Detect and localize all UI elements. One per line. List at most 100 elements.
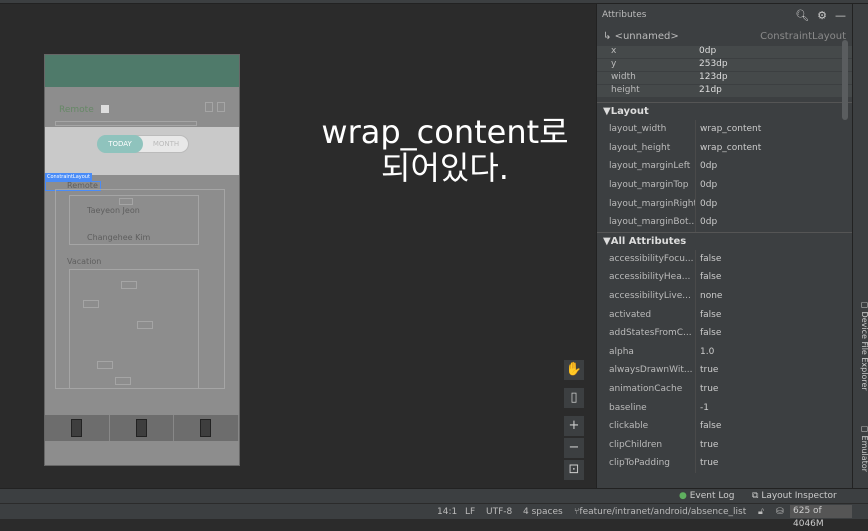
gear-icon[interactable]: ⚙ (817, 9, 827, 22)
attr-name: activated (609, 309, 652, 320)
attr-value[interactable]: wrap_content (695, 138, 852, 158)
nav-cell-2[interactable] (110, 415, 175, 441)
attr-value[interactable]: 0dp (695, 157, 852, 176)
ghost-chip-4 (137, 321, 153, 329)
zoom-in-icon[interactable]: + (563, 415, 585, 437)
emulator-icon: ▢ (860, 424, 868, 433)
attr-row[interactable]: accessibilityHea... false (597, 268, 852, 287)
file-encoding[interactable]: UTF-8 (486, 507, 512, 517)
tab-layout-inspector[interactable]: ⧉ Layout Inspector (752, 491, 837, 501)
device-file-explorer-icon: ▢ (860, 300, 868, 309)
component-name: <unnamed> (614, 30, 679, 42)
attr-row[interactable]: accessibilityFocu... false (597, 249, 852, 269)
attr-row[interactable]: activated false (597, 305, 852, 324)
inspector-icon[interactable]: ⛁ (776, 507, 784, 517)
annotation-line-1: wrap_content로 (321, 113, 569, 151)
attr-value[interactable]: false (695, 416, 852, 436)
attr-row[interactable]: layout_marginRight 0dp (597, 194, 852, 213)
attr-name: height (597, 85, 695, 97)
memory-indicator[interactable]: 625 of 4046M (790, 505, 852, 529)
attr-row[interactable]: addStatesFromC... false (597, 323, 852, 343)
annotation-line-2: 되어있다. (381, 149, 509, 187)
attributes-scrollbar[interactable] (842, 40, 848, 120)
pan-hand-icon[interactable]: ✋ (563, 359, 585, 381)
component-class: ConstraintLayout (760, 30, 846, 42)
zoom-out-icon[interactable]: − (563, 437, 585, 459)
attr-name: layout_marginTop (609, 180, 689, 191)
indent-setting[interactable]: 4 spaces (523, 507, 563, 517)
ghost-chip-5 (97, 361, 113, 369)
device-bottom-nav (45, 415, 240, 441)
nav-cell-3[interactable] (174, 415, 240, 441)
annotation-overlay: wrap_content로 되어있다. (300, 114, 590, 186)
ghost-chip-2 (121, 281, 137, 289)
tab-device-file-explorer[interactable]: ▢ Device File Explorer (853, 300, 868, 391)
device-file-explorer-label: Device File Explorer (860, 311, 868, 391)
attr-row[interactable]: clickable false (597, 416, 852, 436)
section-all-attributes[interactable]: ▼ All Attributes (597, 231, 852, 250)
attr-value[interactable]: 0dp (695, 212, 852, 232)
attr-value[interactable]: false (695, 249, 852, 269)
section-all-label: All Attributes (610, 235, 687, 247)
tab-emulator[interactable]: ▢ Emulator (853, 424, 868, 472)
attr-value[interactable]: 1.0 (695, 342, 852, 362)
ghost-chip-3 (83, 300, 99, 308)
attr-value[interactable]: 0dp (695, 175, 852, 195)
attr-value[interactable]: wrap_content (695, 120, 852, 139)
geometry-row: height 21dp (597, 85, 852, 98)
toggle-today[interactable]: TODAY (97, 135, 143, 153)
attr-name: animationCache (609, 384, 683, 395)
geometry-row: x 0dp (597, 46, 852, 59)
lock-icon[interactable]: 🔓︎ (758, 507, 764, 517)
attr-value[interactable]: none (695, 286, 852, 306)
toggle-month[interactable]: MONTH (143, 135, 189, 153)
device-preview[interactable]: Remote TODAY MONTH ConstraintLayout Remo… (44, 54, 240, 466)
attr-row[interactable]: layout_marginBot... 0dp (597, 212, 852, 232)
attr-row[interactable]: alpha 1.0 (597, 342, 852, 362)
attr-row[interactable]: clipChildren true (597, 435, 852, 455)
attr-row[interactable]: layout_marginTop 0dp (597, 175, 852, 195)
attr-value[interactable]: true (695, 379, 852, 399)
attr-row[interactable]: layout_marginLeft 0dp (597, 157, 852, 176)
right-tool-strip: ▢ Device File Explorer ▢ Emulator (852, 4, 868, 488)
attr-value[interactable]: true (695, 435, 852, 455)
attr-value[interactable]: false (695, 305, 852, 324)
constraint-layout-tag: ConstraintLayout (45, 173, 92, 181)
attr-row[interactable]: clipToPadding true (597, 454, 852, 473)
attr-name: width (597, 72, 695, 84)
attr-value[interactable]: true (695, 361, 852, 380)
attr-row[interactable]: accessibilityLive... none (597, 286, 852, 306)
line-separator[interactable]: LF (465, 507, 475, 517)
device-frame-icon[interactable]: ▯ (563, 387, 585, 409)
attr-value[interactable]: false (695, 268, 852, 287)
attr-row[interactable]: layout_height wrap_content (597, 138, 852, 158)
cursor-position[interactable]: 14:1 (437, 507, 457, 517)
nav-cell-1[interactable] (45, 415, 110, 441)
minimize-icon[interactable]: — (835, 9, 846, 22)
vcs-branch[interactable]: ⑂feature/intranet/android/absence_list (574, 507, 746, 517)
attr-name: accessibilityLive... (609, 291, 691, 302)
section-layout[interactable]: ▼ Layout (597, 102, 852, 120)
collapse-triangle-icon: ▼ (603, 106, 611, 117)
search-icon[interactable]: 🔍︎ (795, 9, 809, 22)
attributes-panel: Attributes 🔍︎ ⚙ — ↳ <unnamed> Constraint… (596, 4, 852, 488)
layout-attributes: layout_width wrap_content layout_height wr… (597, 120, 852, 232)
device-action-icon (205, 102, 213, 112)
attr-value[interactable]: false (695, 323, 852, 343)
attributes-header: Attributes 🔍︎ ⚙ — (597, 4, 852, 26)
attr-row[interactable]: layout_width wrap_content (597, 120, 852, 139)
attr-row[interactable]: animationCache true (597, 379, 852, 399)
layout-canvas[interactable]: Remote TODAY MONTH ConstraintLayout Remo… (0, 4, 596, 488)
attr-name: addStatesFromC... (609, 328, 692, 339)
fit-screen-icon[interactable]: ⊡ (563, 459, 585, 481)
geometry-row: width 123dp (597, 72, 852, 85)
attr-row[interactable]: alwaysDrawnWit... true (597, 361, 852, 380)
attr-value[interactable]: 0dp (695, 194, 852, 213)
attr-value[interactable]: true (695, 454, 852, 473)
attr-name: clipChildren (609, 439, 663, 450)
attr-value[interactable]: -1 (695, 398, 852, 417)
emulator-label: Emulator (860, 435, 868, 472)
attr-name: y (597, 59, 695, 71)
tab-event-log[interactable]: ● Event Log (679, 491, 734, 501)
attr-row[interactable]: baseline -1 (597, 398, 852, 417)
